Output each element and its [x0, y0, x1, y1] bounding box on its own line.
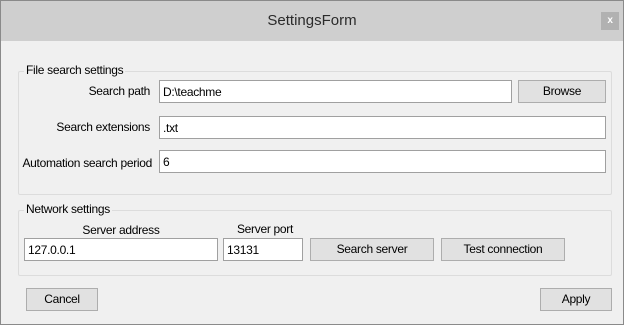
search-path-label: Search path: [88, 84, 151, 98]
test-connection-button[interactable]: Test connection: [441, 238, 565, 261]
automation-search-period-label: Automation search period: [22, 156, 152, 170]
search-extensions-input[interactable]: [159, 116, 606, 139]
network-group-label: Network settings: [24, 202, 112, 216]
search-extensions-label: Search extensions: [56, 120, 150, 134]
title-bar[interactable]: SettingsForm x: [1, 1, 623, 41]
server-address-label: Server address: [82, 223, 160, 237]
apply-button[interactable]: Apply: [540, 288, 612, 311]
close-button[interactable]: x: [601, 12, 619, 30]
browse-button[interactable]: Browse: [518, 80, 606, 103]
automation-search-period-input[interactable]: [159, 150, 606, 173]
server-port-input[interactable]: [223, 238, 303, 261]
search-path-input[interactable]: [159, 80, 512, 103]
search-server-button[interactable]: Search server: [310, 238, 434, 261]
window-title: SettingsForm: [267, 12, 357, 29]
server-port-label: Server port: [236, 222, 294, 236]
cancel-button[interactable]: Cancel: [26, 288, 98, 311]
server-address-input[interactable]: [24, 238, 218, 261]
settings-window: SettingsForm x File search settings Sear…: [0, 0, 624, 325]
file-search-group-label: File search settings: [24, 63, 126, 77]
